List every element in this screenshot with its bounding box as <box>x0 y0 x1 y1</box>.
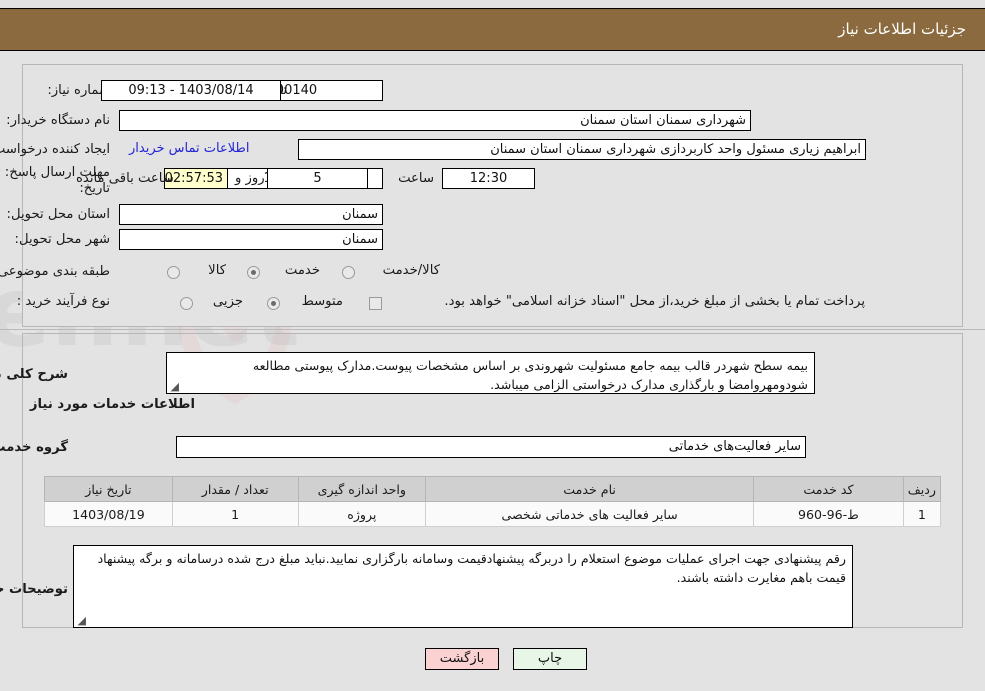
table-row[interactable]: 1 ط-96-960 سایر فعالیت های خدماتی شخصی پ… <box>44 501 942 527</box>
buyer-contact-link[interactable]: اطلاعات تماس خریدار <box>129 141 249 156</box>
process-label: نوع فرآیند خرید : <box>16 294 110 309</box>
remaining-days-value: 5 <box>267 168 368 189</box>
treasury-checkbox[interactable] <box>369 297 382 310</box>
th-date: تاریخ نیاز <box>44 476 173 502</box>
service-group-label: گروه خدمت: <box>0 440 68 455</box>
page-title: جزئیات اطلاعات نیاز <box>838 20 966 38</box>
city-label: شهر محل تحویل: <box>14 232 110 247</box>
description-label: شرح کلی نیاز: <box>0 367 68 382</box>
th-row: ردیف <box>902 476 942 502</box>
province-label: استان محل تحویل: <box>6 207 110 222</box>
th-unit: واحد اندازه گیری <box>297 476 427 502</box>
cell-qty: 1 <box>171 501 299 527</box>
category-label: طبقه بندی موضوعی: <box>0 264 110 279</box>
category-option-label-1: خدمت <box>284 263 320 278</box>
cell-name: سایر فعالیت های خدماتی شخصی <box>425 501 755 527</box>
city-value: سمنان <box>119 229 383 250</box>
description-value: بیمه سطح شهردر قالب بیمه جامع مسئولیت شه… <box>252 358 808 392</box>
tender-details-page: AriaTender.net جزئیات اطلاعات نیاز شماره… <box>0 0 985 691</box>
section-divider <box>0 329 985 330</box>
remaining-days-label: روز و <box>235 171 265 186</box>
buyer-org-label: نام دستگاه خریدار: <box>6 113 110 128</box>
buyer-notes-value: رقم پیشنهادی جهت اجرای عملیات موضوع استع… <box>97 551 846 585</box>
category-radio-kala-khedmat[interactable] <box>342 266 355 279</box>
cell-row: 1 <box>902 501 942 527</box>
category-option-label-2: کالا/خدمت <box>382 263 440 278</box>
resize-grip-icon[interactable]: ◢ <box>169 381 179 392</box>
buyer-notes-textarea[interactable]: رقم پیشنهادی جهت اجرای عملیات موضوع استع… <box>73 545 853 628</box>
th-name: نام خدمت <box>425 476 755 502</box>
buyer-org-value: شهرداری سمنان استان سمنان <box>119 110 751 131</box>
buyer-notes-label: توضیحات خریدار: <box>0 582 68 597</box>
category-radio-khedmat[interactable] <box>247 266 260 279</box>
print-button[interactable]: چاپ <box>513 648 587 670</box>
cell-unit: پروژه <box>297 501 427 527</box>
cell-code: ط-96-960 <box>753 501 904 527</box>
remaining-time-label: ساعت باقی مانده <box>76 171 174 186</box>
treasury-checkbox-label: پرداخت تمام یا بخشی از مبلغ خرید،از محل … <box>444 294 865 309</box>
process-option-label-0: جزیی <box>212 294 243 309</box>
deadline-hour-label: ساعت <box>398 171 434 186</box>
category-radio-kala[interactable] <box>167 266 180 279</box>
province-value: سمنان <box>119 204 383 225</box>
services-table: ردیف کد خدمت نام خدمت واحد اندازه گیری ت… <box>44 476 942 527</box>
page-header-bar: جزئیات اطلاعات نیاز <box>0 8 985 51</box>
back-button[interactable]: بازگشت <box>425 648 499 670</box>
process-radio-motevaset[interactable] <box>267 297 280 310</box>
service-group-value: سایر فعالیت‌های خدماتی <box>176 436 806 458</box>
process-radio-jozei[interactable] <box>180 297 193 310</box>
table-header-row: ردیف کد خدمت نام خدمت واحد اندازه گیری ت… <box>44 476 942 502</box>
services-section-heading: اطلاعات خدمات مورد نیاز <box>29 397 195 412</box>
need-info-panel <box>22 64 963 327</box>
cell-date: 1403/08/19 <box>44 501 173 527</box>
description-textarea[interactable]: بیمه سطح شهردر قالب بیمه جامع مسئولیت شه… <box>166 352 815 394</box>
th-code: کد خدمت <box>753 476 904 502</box>
public-announce-value: 1403/08/14 - 09:13 <box>101 80 281 101</box>
resize-grip-icon-2[interactable]: ◢ <box>76 615 86 626</box>
requester-label: ایجاد کننده درخواست: <box>0 142 110 157</box>
requester-value: ابراهیم زیاری مسئول واحد کاربردازی شهردا… <box>298 139 866 160</box>
process-option-label-1: متوسط <box>301 294 343 309</box>
category-option-label-0: کالا <box>208 263 226 278</box>
th-qty: تعداد / مقدار <box>171 476 299 502</box>
deadline-hour-value: 12:30 <box>442 168 535 189</box>
